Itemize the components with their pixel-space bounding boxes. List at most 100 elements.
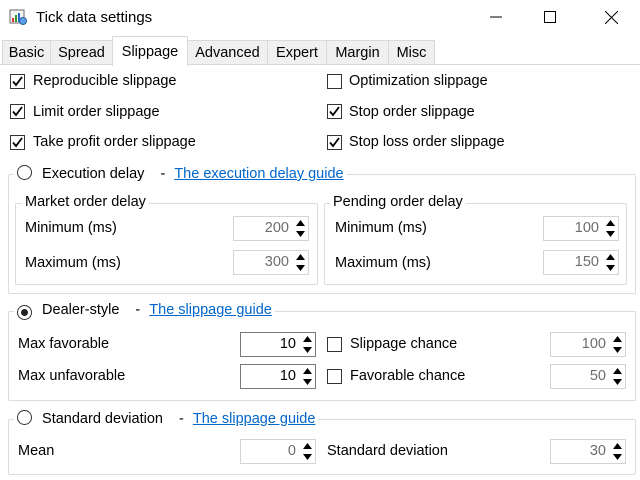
tab-spread[interactable]: Spread xyxy=(50,40,113,64)
max-favorable-value: 10 xyxy=(279,336,296,352)
tab-basic[interactable]: Basic xyxy=(2,40,51,64)
standard-deviation-radio[interactable] xyxy=(17,410,32,425)
checkmark-icon xyxy=(12,76,23,87)
checkmark-icon xyxy=(12,137,23,148)
stddev-slippage-guide-link[interactable]: The slippage guide xyxy=(193,411,316,427)
std-deviation-spinner[interactable]: 30 xyxy=(550,439,626,464)
checkmark-icon xyxy=(329,137,340,148)
spin-down-icon[interactable] xyxy=(293,228,308,240)
app-icon xyxy=(9,8,27,26)
optimization-slippage-checkbox[interactable] xyxy=(327,74,342,89)
header-dash: - xyxy=(178,411,184,427)
pending-max-label: Maximum (ms) xyxy=(335,255,431,271)
slippage-chance-spinner[interactable]: 100 xyxy=(550,332,626,357)
dealer-style-group xyxy=(8,311,636,401)
mean-value: 0 xyxy=(287,443,296,459)
limit-order-slippage-checkbox[interactable] xyxy=(10,104,25,119)
dealer-slippage-guide-link[interactable]: The slippage guide xyxy=(149,302,272,318)
spin-up-icon[interactable] xyxy=(300,365,315,377)
dealer-style-label: Dealer-style xyxy=(42,302,120,318)
mean-label: Mean xyxy=(18,443,55,459)
max-favorable-spinner[interactable]: 10 xyxy=(240,332,316,357)
header-dash: - xyxy=(135,302,141,318)
slippage-chance-checkbox[interactable] xyxy=(327,337,342,352)
spin-up-icon[interactable] xyxy=(293,251,308,263)
standard-deviation-group xyxy=(8,419,636,475)
max-unfavorable-value: 10 xyxy=(279,368,296,384)
spin-up-icon[interactable] xyxy=(610,365,625,377)
checkmark-icon xyxy=(12,106,23,117)
tab-slippage[interactable]: Slippage xyxy=(112,36,188,66)
execution-delay-radio[interactable] xyxy=(17,165,32,180)
max-unfavorable-spinner[interactable]: 10 xyxy=(240,364,316,389)
reproducible-slippage-checkbox[interactable] xyxy=(10,74,25,89)
slippage-chance-value: 100 xyxy=(581,336,606,352)
favorable-chance-label: Favorable chance xyxy=(350,368,466,384)
spin-down-icon[interactable] xyxy=(610,376,625,388)
spin-down-icon[interactable] xyxy=(603,228,618,240)
market-max-value: 300 xyxy=(264,254,289,270)
tab-margin[interactable]: Margin xyxy=(326,40,389,64)
max-unfavorable-label: Max unfavorable xyxy=(18,368,126,384)
favorable-chance-checkbox[interactable] xyxy=(327,369,342,384)
market-min-label: Minimum (ms) xyxy=(25,220,117,236)
close-button[interactable] xyxy=(588,0,634,34)
market-min-value: 200 xyxy=(264,220,289,236)
market-min-spinner[interactable]: 200 xyxy=(233,216,309,241)
pending-min-value: 100 xyxy=(574,220,599,236)
spin-up-icon[interactable] xyxy=(603,251,618,263)
minimize-button[interactable] xyxy=(473,0,519,34)
spin-up-icon[interactable] xyxy=(293,217,308,229)
spin-down-icon[interactable] xyxy=(300,451,315,463)
slippage-chance-label: Slippage chance xyxy=(350,336,458,352)
tab-divider xyxy=(0,64,640,65)
reproducible-slippage-label: Reproducible slippage xyxy=(33,73,177,89)
spin-up-icon[interactable] xyxy=(300,440,315,452)
spin-up-icon[interactable] xyxy=(603,217,618,229)
spin-up-icon[interactable] xyxy=(300,333,315,345)
favorable-chance-spinner[interactable]: 50 xyxy=(550,364,626,389)
dealer-style-header: Dealer-style - The slippage guide xyxy=(14,302,275,320)
stop-loss-slippage-label: Stop loss order slippage xyxy=(349,134,505,150)
market-max-label: Maximum (ms) xyxy=(25,255,121,271)
header-dash: - xyxy=(160,166,166,182)
spin-down-icon[interactable] xyxy=(300,344,315,356)
limit-order-slippage-label: Limit order slippage xyxy=(33,104,160,120)
tab-advanced[interactable]: Advanced xyxy=(187,40,268,64)
maximize-icon xyxy=(544,11,556,23)
spin-down-icon[interactable] xyxy=(300,376,315,388)
max-favorable-label: Max favorable xyxy=(18,336,110,352)
spin-up-icon[interactable] xyxy=(610,333,625,345)
tab-misc[interactable]: Misc xyxy=(388,40,435,64)
spin-down-icon[interactable] xyxy=(610,344,625,356)
maximize-button[interactable] xyxy=(527,0,573,34)
market-max-spinner[interactable]: 300 xyxy=(233,250,309,275)
spin-down-icon[interactable] xyxy=(610,451,625,463)
execution-delay-guide-link[interactable]: The execution delay guide xyxy=(174,166,343,182)
pending-order-delay-title: Pending order delay xyxy=(330,194,466,210)
pending-max-spinner[interactable]: 150 xyxy=(543,250,619,275)
spin-down-icon[interactable] xyxy=(603,262,618,274)
dealer-style-radio[interactable] xyxy=(17,305,32,320)
take-profit-slippage-checkbox[interactable] xyxy=(10,135,25,150)
standard-deviation-label: Standard deviation xyxy=(42,411,163,427)
standard-deviation-header: Standard deviation - The slippage guide xyxy=(14,410,319,427)
pending-min-spinner[interactable]: 100 xyxy=(543,216,619,241)
stop-loss-slippage-checkbox[interactable] xyxy=(327,135,342,150)
execution-delay-header: Execution delay - The execution delay gu… xyxy=(14,165,347,182)
optimization-slippage-label: Optimization slippage xyxy=(349,73,488,89)
std-deviation-label: Standard deviation xyxy=(327,443,448,459)
stop-order-slippage-label: Stop order slippage xyxy=(349,104,475,120)
stop-order-slippage-checkbox[interactable] xyxy=(327,104,342,119)
pending-max-value: 150 xyxy=(574,254,599,270)
tab-expert[interactable]: Expert xyxy=(267,40,327,64)
execution-delay-label: Execution delay xyxy=(42,166,145,182)
favorable-chance-value: 50 xyxy=(589,368,606,384)
window-title: Tick data settings xyxy=(36,9,153,26)
spin-up-icon[interactable] xyxy=(610,440,625,452)
spin-down-icon[interactable] xyxy=(293,262,308,274)
pending-min-label: Minimum (ms) xyxy=(335,220,427,236)
minimize-icon xyxy=(490,16,502,18)
mean-spinner[interactable]: 0 xyxy=(240,439,316,464)
std-deviation-value: 30 xyxy=(589,443,606,459)
